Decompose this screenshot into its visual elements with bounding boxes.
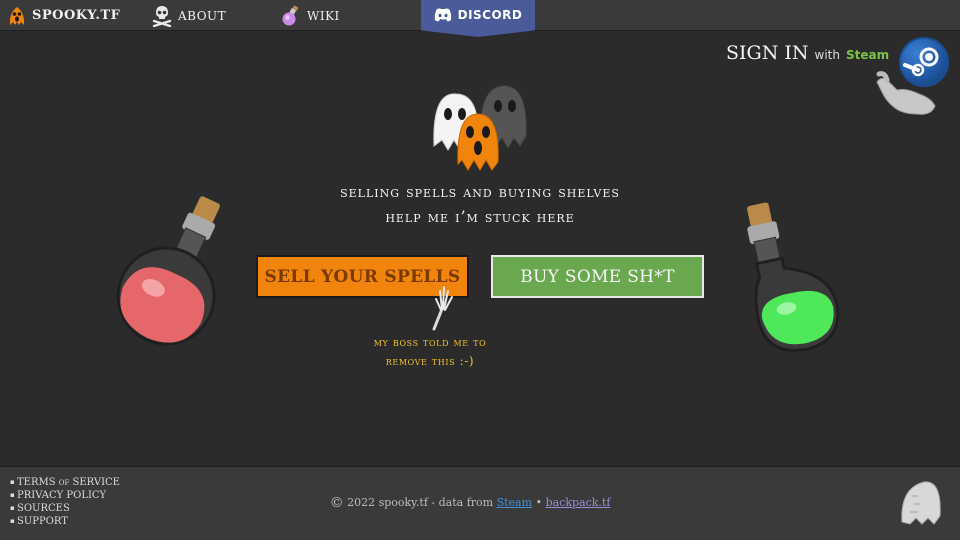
footer-separator: • — [535, 496, 543, 509]
top-nav-bar: SPOOKY.TF ABOUT WIKI DISCORD — [0, 0, 960, 37]
about-label: ABOUT — [178, 8, 227, 23]
grabbing-hand-icon — [876, 71, 936, 115]
red-potion-icon — [116, 196, 220, 346]
buy-button[interactable]: BUY SOME SH*T — [491, 255, 704, 298]
footer-link-support[interactable]: SUPPORT — [10, 515, 120, 528]
green-potion-icon — [747, 202, 840, 352]
brand-label: SPOOKY.TF — [32, 8, 121, 23]
potion-bottle-icon — [282, 5, 299, 25]
ghosts-illustration — [433, 85, 527, 171]
steam-data-link[interactable]: Steam — [497, 496, 532, 509]
pumpkin-ghost-icon — [9, 6, 25, 25]
signin-label: SIGN IN — [726, 42, 809, 64]
wiki-label: WIKI — [307, 8, 340, 23]
nav-home-link[interactable]: SPOOKY.TF — [8, 0, 120, 31]
steam-signin-link[interactable]: SIGN IN with Steam — [726, 42, 889, 64]
nav-wiki-link[interactable]: WIKI — [281, 0, 340, 31]
boss-note-line-1: my boss told me to — [373, 335, 487, 349]
copyright-text: 2022 spooky.tf - data from — [347, 496, 494, 509]
footer-link-terms[interactable]: TERMS of SERVICE — [10, 476, 120, 489]
discord-logo-icon — [434, 8, 451, 21]
ghost-mascot-icon — [901, 481, 941, 525]
footer: TERMS of SERVICE PRIVACY POLICY SOURCES … — [0, 466, 960, 540]
copyright-symbol: © — [329, 495, 344, 511]
discord-button[interactable]: DISCORD — [421, 0, 535, 37]
skeleton-hand-icon — [432, 286, 453, 331]
discord-label: DISCORD — [457, 7, 523, 22]
signin-with-label: with — [814, 48, 840, 62]
boss-note-line-2: remove this :-) — [385, 354, 475, 368]
skull-crossbones-icon — [152, 5, 172, 27]
copyright-line: © 2022 spooky.tf - data from Steam • bac… — [0, 495, 940, 511]
signin-provider-label: Steam — [845, 48, 890, 62]
backpack-data-link[interactable]: backpack.tf — [546, 496, 611, 509]
nav-about-link[interactable]: ABOUT — [152, 0, 226, 31]
